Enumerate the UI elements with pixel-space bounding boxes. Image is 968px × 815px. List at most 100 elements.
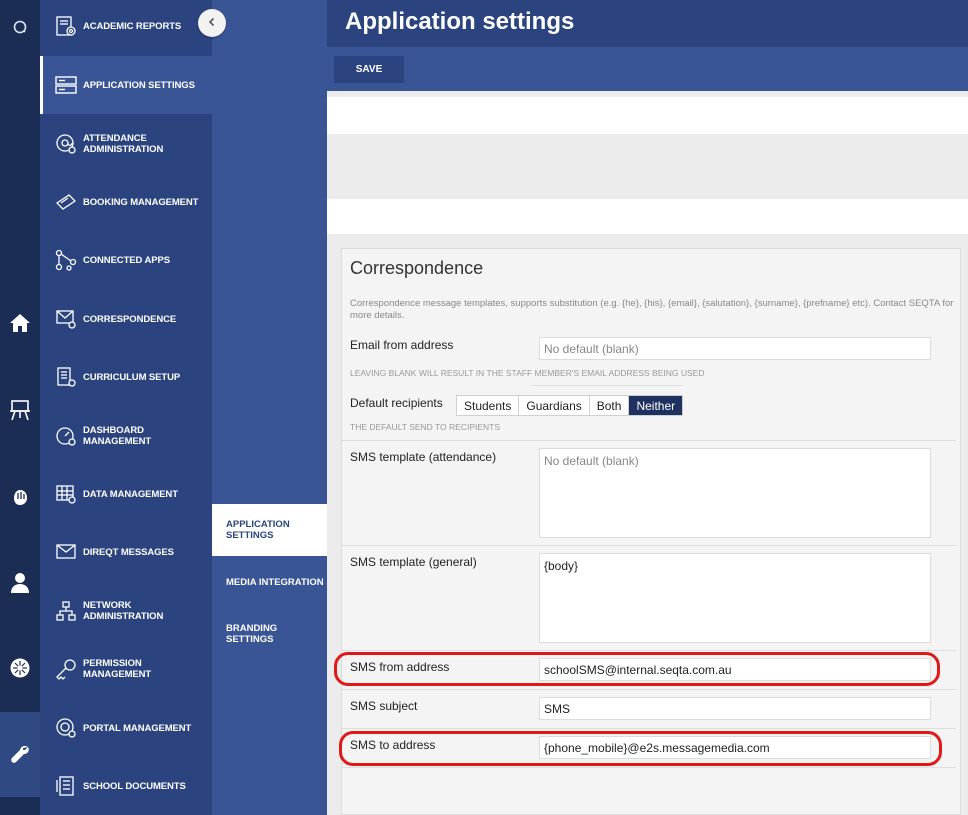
submenu-label: Branding settings (226, 623, 278, 645)
menu-label: Attendance administration (83, 133, 164, 155)
network-icon (52, 597, 80, 625)
data-icon (52, 480, 80, 508)
menu-item-academic-reports[interactable]: Academic reports (40, 0, 212, 55)
menu-label: DireqT messages (83, 546, 174, 558)
menu-label: School documents (83, 780, 186, 792)
menu-label: Curriculum setup (83, 371, 181, 383)
application-settings-icon (52, 71, 80, 99)
collapsed-section-2 (327, 199, 968, 234)
menu-label: Academic reports (83, 20, 182, 32)
correspondence-panel: Correspondence Correspondence message te… (341, 248, 961, 815)
page-header: Application settings (327, 0, 968, 47)
menu-item-permission-management[interactable]: Permission management (40, 640, 212, 698)
menu-item-connected-apps[interactable]: Connected apps (40, 231, 212, 289)
menu-label: Correspondence (83, 313, 177, 325)
recipients-option-both[interactable]: Both (589, 396, 630, 415)
highlight-sms-to (339, 731, 942, 766)
sms-template-attendance-label: SMS template (attendance) (350, 450, 497, 464)
home-button[interactable] (0, 303, 40, 343)
sms-subject-label: SMS subject (350, 699, 418, 713)
correspondence-icon (52, 305, 80, 333)
hand-icon (10, 487, 30, 507)
user-button[interactable] (0, 563, 40, 603)
search-button[interactable] (0, 7, 40, 47)
menu-label: Application settings (83, 79, 195, 91)
submenu-label: Media integration (226, 576, 324, 588)
highlight-sms-from (334, 652, 940, 686)
academic-reports-icon (52, 12, 80, 40)
divider (342, 440, 956, 441)
curriculum-icon (52, 363, 80, 391)
menu-label: Connected apps (83, 254, 170, 266)
submenu-label: Application settings (226, 519, 290, 541)
divider (342, 767, 956, 768)
divider (342, 689, 956, 690)
submenu-item-branding-settings[interactable]: Branding settings (212, 608, 327, 660)
content-area: Application settings SAVE Correspondence… (327, 0, 968, 815)
icon-rail (0, 0, 40, 815)
portal-icon (52, 714, 80, 742)
permission-icon (52, 655, 80, 683)
sms-template-attendance-input[interactable]: No default (blank) (539, 448, 931, 538)
attendance-icon (52, 130, 80, 158)
documents-icon (52, 772, 80, 800)
menu-label: Data management (83, 488, 178, 500)
save-button[interactable]: SAVE (334, 56, 404, 83)
default-recipients-toggle: Students Guardians Both Neither (456, 395, 684, 416)
menu-label: Network administration (83, 600, 164, 622)
menu-label: Permission management (83, 658, 152, 680)
admin-menu: Academic reports Application settings At… (40, 0, 212, 815)
chevron-left-icon (207, 14, 217, 32)
menu-item-application-settings[interactable]: Application settings (40, 56, 212, 114)
menu-item-booking-management[interactable]: Booking management (40, 173, 212, 231)
home-icon (9, 313, 31, 333)
email-from-hint: Leaving blank will result in the staff m… (350, 368, 705, 378)
classroom-icon (9, 399, 31, 421)
messages-icon (52, 538, 80, 566)
menu-item-dashboard-management[interactable]: Dashboard management (40, 407, 212, 465)
hand-button[interactable] (0, 477, 40, 517)
menu-item-curriculum-setup[interactable]: Curriculum setup (40, 348, 212, 406)
divider (342, 650, 956, 651)
sms-template-general-input[interactable]: {body} (539, 553, 931, 643)
connected-apps-icon (52, 246, 80, 274)
submenu-item-application-settings[interactable]: Application settings (212, 504, 327, 556)
menu-item-network-administration[interactable]: Network administration (40, 582, 212, 640)
email-from-label: Email from address (350, 338, 454, 352)
menu-item-attendance-administration[interactable]: Attendance administration (40, 115, 212, 173)
settings-button[interactable] (0, 712, 40, 797)
default-recipients-label: Default recipients (350, 396, 443, 410)
burst-button[interactable] (0, 648, 40, 688)
settings-submenu: Application settings Media integration B… (212, 0, 327, 815)
classroom-button[interactable] (0, 390, 40, 430)
email-from-input[interactable]: No default (blank) (539, 337, 931, 360)
menu-label: Portal management (83, 722, 192, 734)
section-title: Correspondence (350, 258, 484, 278)
page-title: Application settings (345, 8, 575, 35)
sms-template-general-label: SMS template (general) (350, 555, 477, 569)
menu-label: Booking management (83, 196, 199, 208)
collapse-menu-button[interactable] (198, 9, 226, 37)
divider (532, 385, 682, 386)
burst-icon (9, 657, 31, 679)
default-recipients-hint: The default send to recipients (350, 422, 501, 432)
booking-icon (52, 188, 80, 216)
section-description: Correspondence message templates, suppor… (350, 298, 954, 321)
recipients-option-students[interactable]: Students (457, 396, 520, 415)
sms-subject-input[interactable]: SMS (539, 697, 931, 720)
divider (342, 545, 956, 546)
menu-item-correspondence[interactable]: Correspondence (40, 290, 212, 348)
divider (342, 728, 956, 729)
menu-item-direqt-messages[interactable]: DireqT messages (40, 523, 212, 581)
recipients-option-guardians[interactable]: Guardians (519, 396, 590, 415)
recipients-option-neither[interactable]: Neither (629, 396, 683, 415)
search-icon (12, 19, 28, 35)
menu-label: Dashboard management (83, 425, 152, 447)
collapsed-section-1 (327, 97, 968, 134)
user-icon (10, 572, 30, 594)
menu-item-school-documents[interactable]: School documents (40, 757, 212, 815)
submenu-item-media-integration[interactable]: Media integration (212, 556, 327, 608)
menu-item-data-management[interactable]: Data management (40, 465, 212, 523)
menu-item-portal-management[interactable]: Portal management (40, 699, 212, 757)
dashboard-icon (52, 422, 80, 450)
